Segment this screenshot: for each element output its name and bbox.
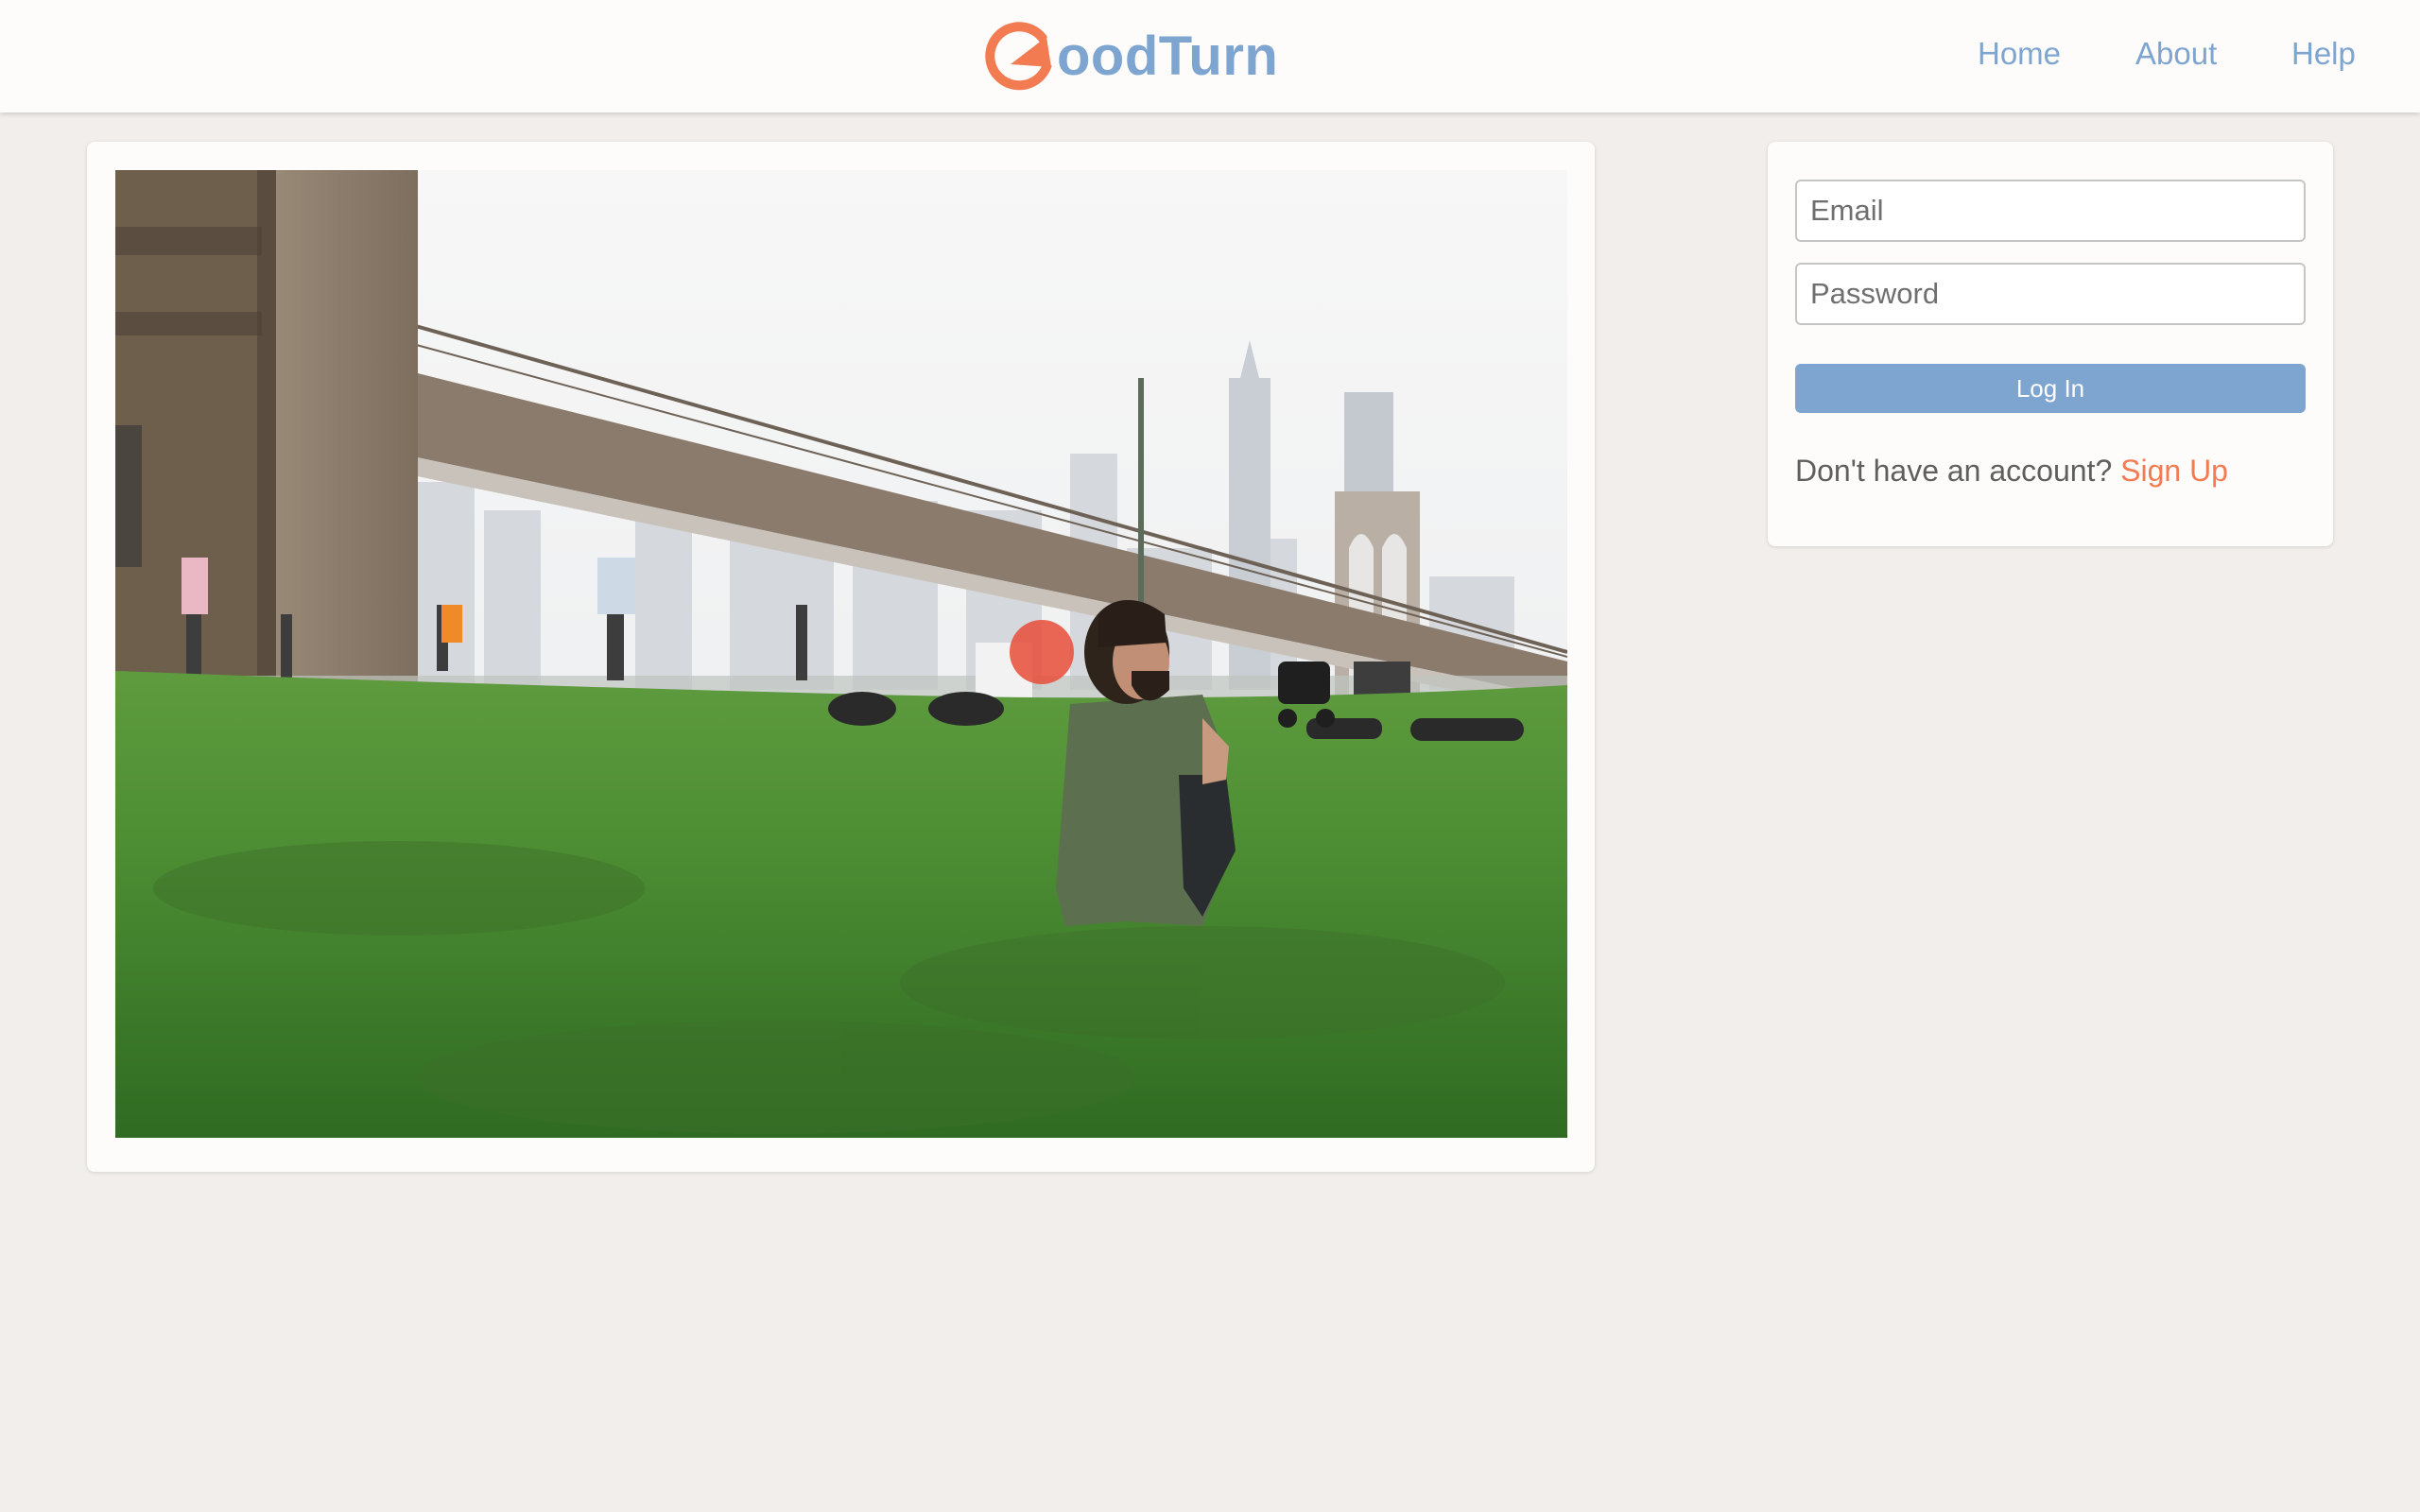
park-bridge-illustration xyxy=(115,170,1567,1138)
top-navigation-bar: oodTurn Home About Help xyxy=(0,0,2420,112)
password-field[interactable] xyxy=(1795,263,2306,325)
login-card: Log In Don't have an account? Sign Up xyxy=(1768,142,2333,546)
circular-arrow-g-icon xyxy=(985,22,1052,91)
log-in-button[interactable]: Log In xyxy=(1795,364,2306,413)
sign-up-link[interactable]: Sign Up xyxy=(2120,454,2228,488)
signup-prompt-text: Don't have an account? xyxy=(1795,454,2113,488)
hero-photo xyxy=(115,170,1567,1138)
logo-text: oodTurn xyxy=(1057,26,1279,87)
nav-about-link[interactable]: About xyxy=(2135,36,2217,72)
signup-prompt-line: Don't have an account? Sign Up xyxy=(1795,454,2228,489)
nav-home-link[interactable]: Home xyxy=(1978,36,2061,72)
hero-photo-card xyxy=(87,142,1595,1172)
goodturn-logo[interactable]: oodTurn xyxy=(979,21,1278,93)
nav-help-link[interactable]: Help xyxy=(2291,36,2356,72)
email-field[interactable] xyxy=(1795,180,2306,242)
